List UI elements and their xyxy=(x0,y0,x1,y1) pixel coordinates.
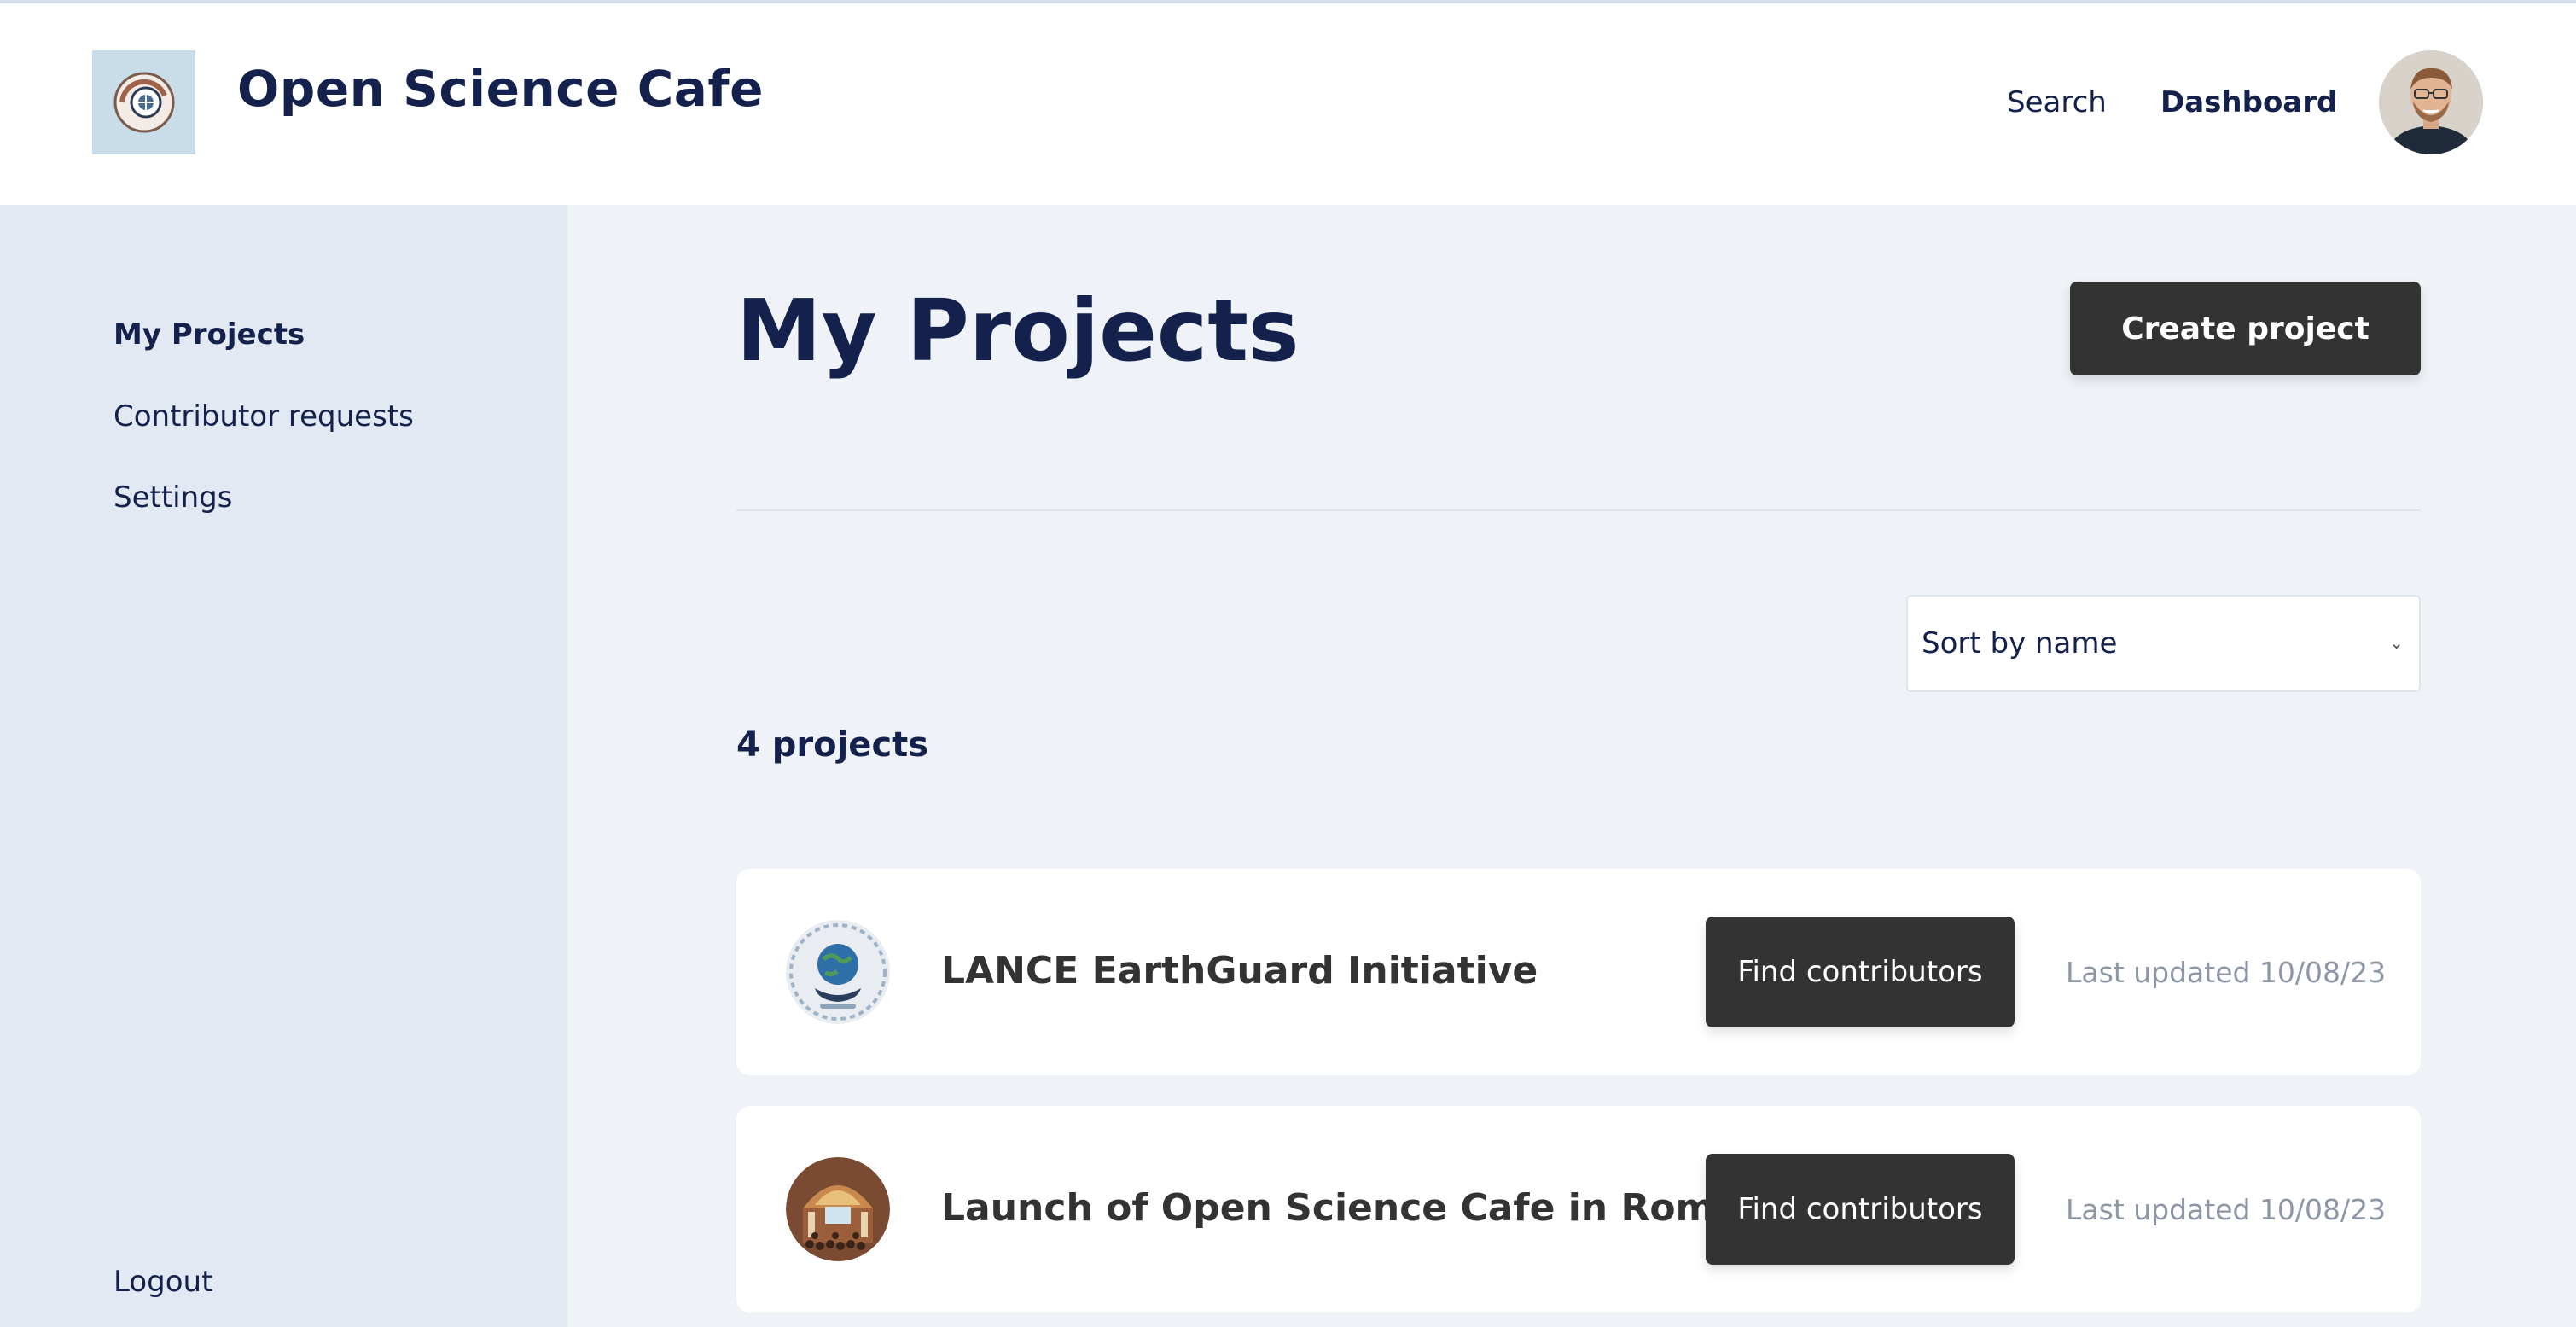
nav-search-link[interactable]: Search xyxy=(2007,85,2107,119)
divider xyxy=(736,509,2421,511)
project-title[interactable]: Launch of Open Science Cafe in Rome xyxy=(941,1186,1740,1230)
sidebar-item-contributor-requests[interactable]: Contributor requests xyxy=(113,399,414,434)
find-contributors-button[interactable]: Find contributors xyxy=(1706,1154,2015,1265)
sidebar-item-my-projects[interactable]: My Projects xyxy=(113,317,305,352)
site-title[interactable]: Open Science Cafe xyxy=(237,60,764,118)
sort-select[interactable]: Sort by name ⌄ xyxy=(1906,595,2421,692)
find-contributors-button[interactable]: Find contributors xyxy=(1706,917,2015,1027)
cafe-logo-icon[interactable] xyxy=(92,50,195,154)
nav-dashboard-link[interactable]: Dashboard xyxy=(2160,85,2337,119)
create-project-button[interactable]: Create project xyxy=(2070,282,2421,375)
project-title[interactable]: LANCE EarthGuard Initiative xyxy=(941,949,1538,992)
chevron-down-icon: ⌄ xyxy=(2389,632,2404,653)
globe-icon xyxy=(786,920,890,1024)
logout-link[interactable]: Logout xyxy=(113,1265,212,1299)
main-content: My Projects Create project Sort by name … xyxy=(567,205,2576,1327)
last-updated: Last updated 10/08/23 xyxy=(2066,1193,2387,1226)
project-card[interactable]: Launch of Open Science Cafe in Rome Find… xyxy=(736,1106,2421,1312)
event-hall-icon xyxy=(786,1157,890,1261)
site-header: Open Science Cafe Search Dashboard xyxy=(0,3,2576,205)
sidebar-item-settings[interactable]: Settings xyxy=(113,480,232,515)
user-avatar[interactable] xyxy=(2379,50,2483,154)
project-count: 4 projects xyxy=(736,725,929,765)
page-title: My Projects xyxy=(736,281,1300,381)
project-card[interactable]: LANCE EarthGuard Initiative Find contrib… xyxy=(736,869,2421,1075)
sort-select-value: Sort by name xyxy=(1922,626,2118,661)
sidebar: My Projects Contributor requests Setting… xyxy=(0,205,567,1327)
last-updated: Last updated 10/08/23 xyxy=(2066,956,2387,989)
